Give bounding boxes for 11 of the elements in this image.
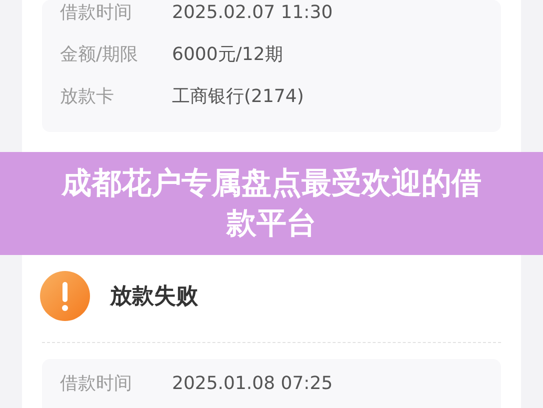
banner-title: 成都花户专属盘点最受欢迎的借款平台	[60, 164, 482, 242]
detail-label: 借款时间	[60, 1, 133, 25]
detail-value: 2025.01.08 07:25	[172, 372, 334, 396]
detail-value: 2025.02.07 11:30	[172, 1, 334, 25]
detail-label: 放款卡	[60, 85, 115, 109]
detail-label: 借款时间	[60, 372, 133, 396]
detail-label: 金额/期限	[60, 43, 140, 67]
detail-value: 工商银行(2174)	[172, 85, 305, 109]
detail-value: 6000元/12期	[172, 43, 284, 67]
status-title: 放款失败	[110, 283, 198, 311]
warning-icon	[40, 271, 90, 321]
